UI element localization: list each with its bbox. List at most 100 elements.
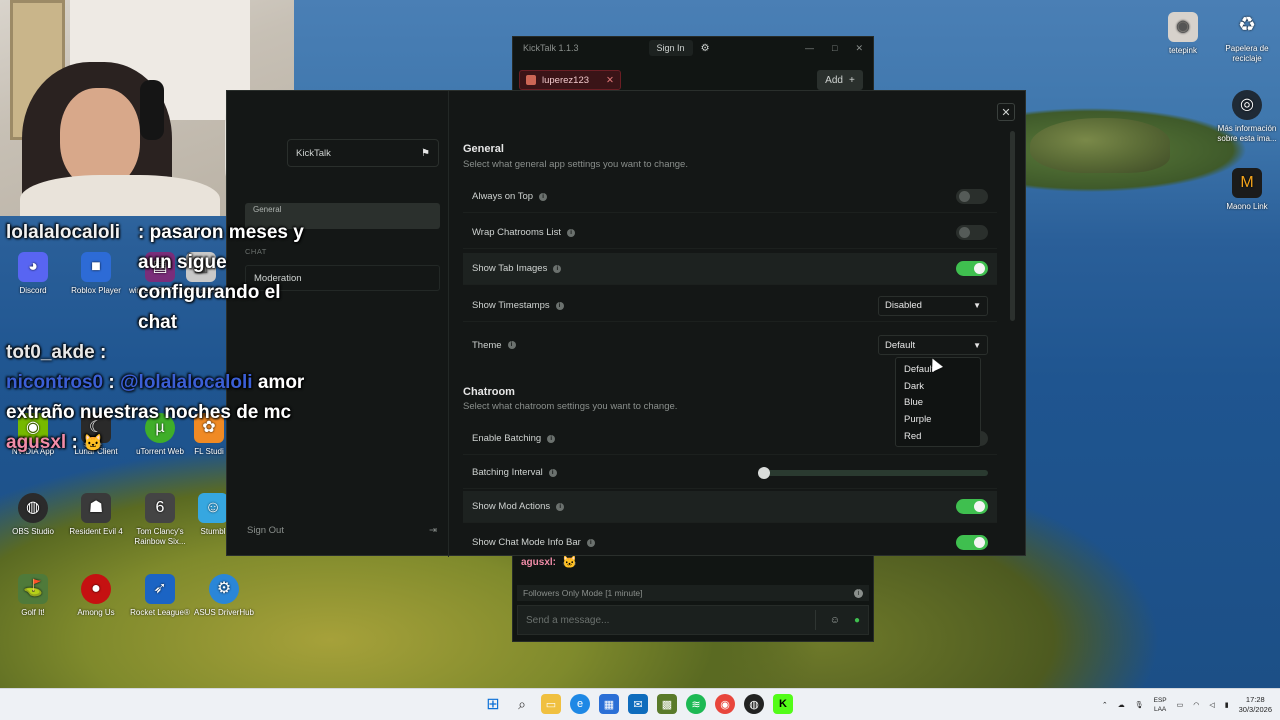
select-value: Default: [885, 339, 916, 351]
theme-option-purple[interactable]: Purple: [896, 411, 980, 428]
maono-link-icon: M: [1232, 168, 1262, 198]
desktop-icon-tetepink[interactable]: ◉ tetepink: [1150, 12, 1216, 56]
info-icon[interactable]: i: [539, 192, 548, 201]
setting-label: Enable Batching: [472, 433, 542, 444]
info-icon[interactable]: i: [553, 264, 562, 273]
theme-option-red[interactable]: Red: [896, 428, 980, 445]
microphone-icon[interactable]: 🎙: [1135, 701, 1144, 709]
chevron-up-icon[interactable]: ⌃: [1102, 701, 1108, 709]
network-icon[interactable]: ☁: [1118, 701, 1125, 709]
caret-down-icon: ▼: [973, 340, 981, 350]
wrap-chatrooms-toggle[interactable]: [956, 225, 988, 240]
desktop-icon-resident-evil[interactable]: ☗ Resident Evil 4: [63, 493, 129, 537]
setting-show-tab-images: Show Tab Images i: [463, 253, 997, 285]
add-chatroom-label: Add: [825, 74, 843, 86]
theme-option-dark[interactable]: Dark: [896, 378, 980, 395]
obs-taskbar-icon[interactable]: ◍: [744, 694, 764, 714]
search-icon[interactable]: ⌕: [512, 694, 532, 714]
edge-icon[interactable]: e: [570, 694, 590, 714]
slider-thumb[interactable]: [758, 466, 770, 479]
wifi-icon[interactable]: ◠: [1193, 701, 1199, 709]
info-icon[interactable]: i: [507, 341, 516, 349]
settings-content: General Select what general app settings…: [451, 91, 1017, 557]
desktop-icon-mas-informacion[interactable]: ◎ Más información sobre esta ima...: [1214, 90, 1280, 144]
settings-scrollbar[interactable]: [1010, 131, 1015, 321]
windows-start-icon[interactable]: ⊞: [483, 694, 503, 714]
kicktalk-taskbar-icon[interactable]: K: [773, 694, 793, 714]
desktop-icon-rainbow-six[interactable]: 6 Tom Clancy's Rainbow Six...: [127, 493, 193, 547]
info-icon[interactable]: i: [586, 538, 595, 547]
show-mod-actions-toggle[interactable]: [956, 499, 988, 514]
sign-in-button[interactable]: Sign In: [648, 40, 693, 56]
setting-label: Show Mod Actions: [472, 501, 551, 512]
volume-icon[interactable]: ◁: [1209, 701, 1214, 709]
desktop-icon-recycle-bin[interactable]: ♻ Papelera de reciclaje: [1214, 10, 1280, 64]
setting-show-timestamps: Show Timestamps i Disabled ▼: [463, 290, 997, 322]
add-chatroom-button[interactable]: Add +: [817, 70, 863, 90]
file-explorer-icon[interactable]: ▭: [541, 694, 561, 714]
language-indicator[interactable]: ESP LAA: [1154, 696, 1167, 714]
desktop-icon-rocket-league[interactable]: ➶ Rocket League®: [127, 574, 193, 618]
maximize-icon[interactable]: □: [832, 43, 837, 54]
emote-picker-icon[interactable]: ☺: [830, 615, 840, 626]
always-on-top-toggle[interactable]: [956, 189, 988, 204]
chat-text: :: [66, 432, 78, 453]
chrome-icon[interactable]: ◉: [715, 694, 735, 714]
theme-option-blue[interactable]: Blue: [896, 394, 980, 411]
taskbar-clock[interactable]: 17:28 30/3/2026: [1239, 695, 1272, 715]
window-controls: — □ ✕: [805, 43, 863, 54]
battery-icon[interactable]: ▮: [1225, 701, 1229, 709]
show-chat-mode-info-bar-toggle[interactable]: [956, 535, 988, 550]
toggle-knob: [974, 263, 985, 274]
toggle-knob: [959, 227, 970, 238]
desktop-icon-maono-link[interactable]: M Maono Link: [1214, 168, 1280, 212]
info-icon[interactable]: i: [854, 588, 863, 598]
spotify-icon[interactable]: ≋: [686, 694, 706, 714]
chatroom-tab[interactable]: luperez123 ✕: [519, 70, 621, 90]
minecraft-icon[interactable]: ▩: [657, 694, 677, 714]
desktop-icon-label: Resident Evil 4: [69, 527, 123, 536]
webcam-headset: [140, 80, 164, 140]
emote-icon: 🐱: [562, 555, 577, 569]
message-input[interactable]: Send a message... ☺ ●: [517, 605, 869, 635]
desktop-icon-label: Papelera de reciclaje: [1225, 44, 1269, 63]
batching-interval-slider[interactable]: [758, 466, 988, 479]
info-icon[interactable]: i: [547, 434, 556, 443]
info-icon[interactable]: i: [548, 468, 557, 477]
chat-username: lolalalocaloli: [6, 222, 121, 243]
info-icon[interactable]: i: [567, 228, 576, 237]
clock-date: 30/3/2026: [1238, 705, 1272, 714]
chatroom-tab-label: luperez123: [542, 74, 590, 86]
chat-text: : pasaron meses y aun sigue configurando…: [138, 222, 304, 333]
gear-icon[interactable]: ⚙: [701, 43, 710, 54]
setting-label: Show Timestamps: [472, 300, 550, 311]
desktop-icon-label: OBS Studio: [12, 527, 54, 536]
kicktalk-title: KickTalk 1.1.3: [523, 43, 579, 53]
show-tab-images-toggle[interactable]: [956, 261, 988, 276]
minimize-icon[interactable]: —: [805, 43, 814, 54]
store-icon[interactable]: ▦: [599, 694, 619, 714]
emote-icon: 🐱: [83, 435, 104, 452]
close-icon[interactable]: ✕: [855, 43, 863, 54]
language-bottom: LAA: [1153, 706, 1167, 713]
desktop-icon-among-us[interactable]: ● Among Us: [63, 574, 129, 618]
display-icon[interactable]: ▭: [1177, 701, 1184, 709]
info-icon[interactable]: i: [556, 502, 565, 511]
kicktalk-titlebar: KickTalk 1.1.3 Sign In ⚙ — □ ✕: [513, 37, 873, 59]
settings-brand[interactable]: KickTalk ⚑: [287, 139, 439, 167]
desktop-icon-asus-driverhub[interactable]: ⚙ ASUS DriverHub: [191, 574, 257, 618]
close-tab-icon[interactable]: ✕: [606, 75, 614, 86]
setting-wrap-chatrooms-list: Wrap Chatrooms List i: [463, 217, 997, 249]
info-icon[interactable]: i: [555, 301, 564, 310]
desktop-icon-obs[interactable]: ◍ OBS Studio: [0, 493, 66, 537]
timestamps-select[interactable]: Disabled ▼: [878, 295, 988, 316]
plus-icon: +: [848, 74, 855, 86]
wallpaper-island: [1030, 118, 1170, 173]
sign-out-button[interactable]: Sign Out ⇥: [247, 525, 437, 536]
kick-emote-icon[interactable]: ●: [854, 615, 860, 626]
outlook-icon[interactable]: ✉: [628, 694, 648, 714]
among-us-icon: ●: [81, 574, 111, 604]
desktop-icon-label: Más información sobre esta ima...: [1217, 124, 1277, 143]
desktop-icon-golf-it[interactable]: ⛳ Golf It!: [0, 574, 66, 618]
theme-select[interactable]: Default ▼: [878, 335, 988, 355]
